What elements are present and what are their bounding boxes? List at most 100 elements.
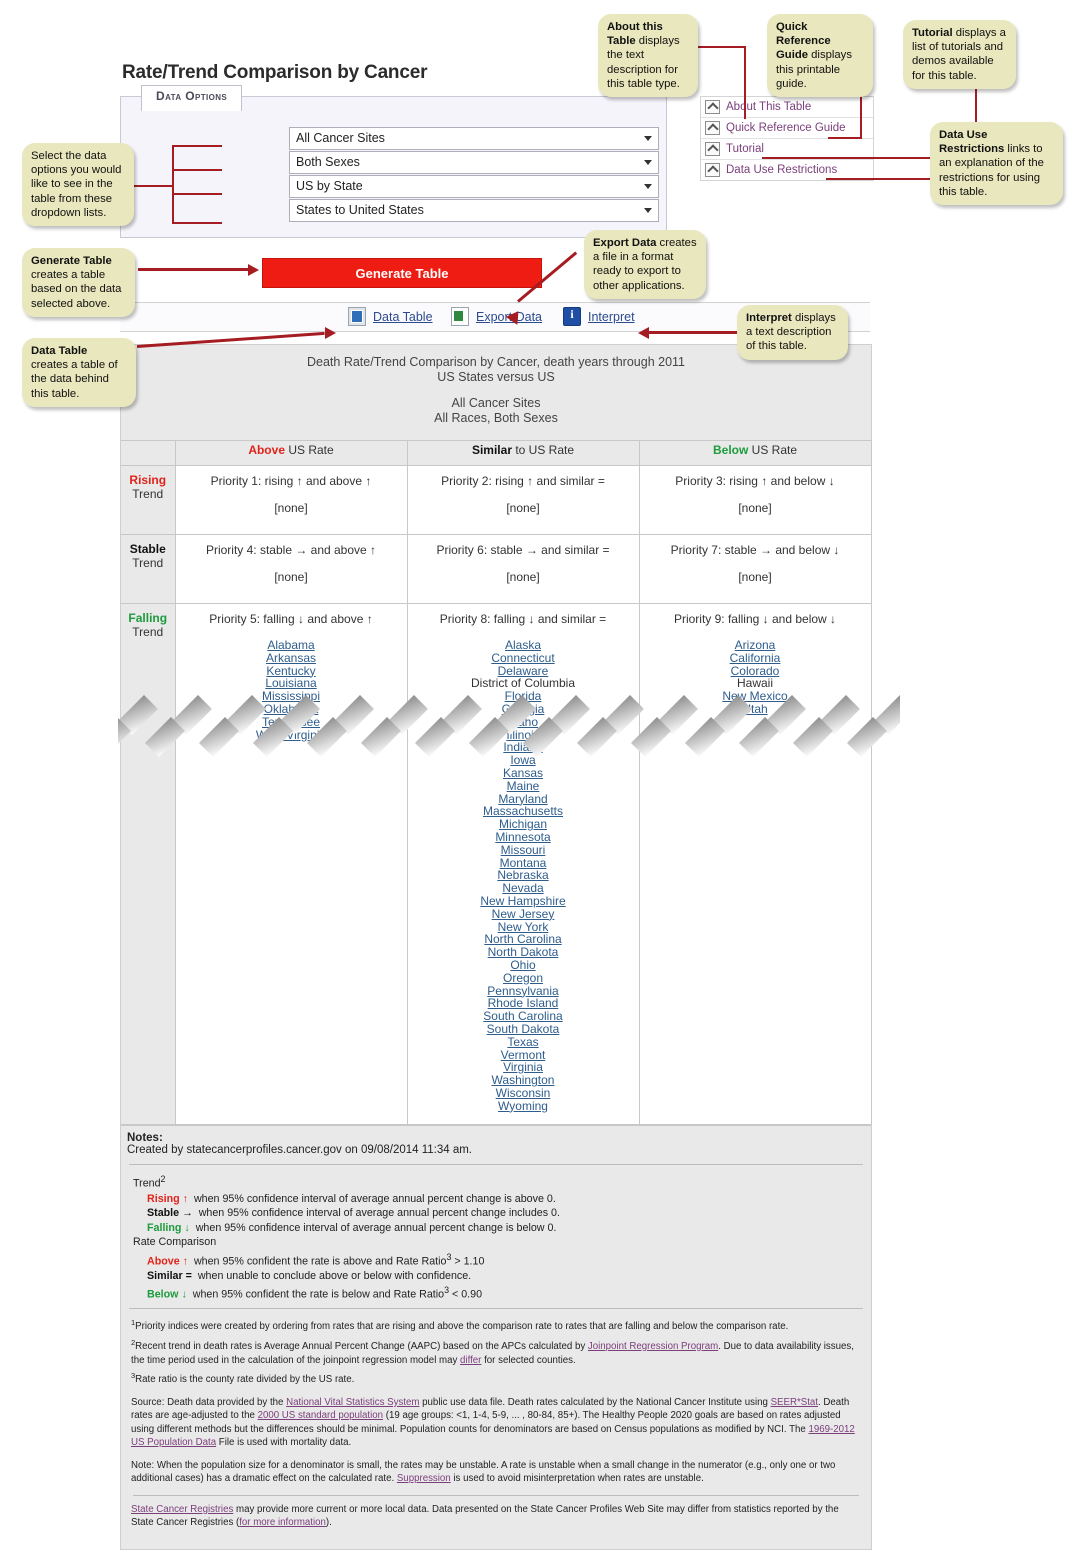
- toolbar-item-export-data[interactable]: Export Data: [451, 307, 542, 326]
- option-row-cancer: Cancer: All Cancer Sites: [121, 127, 666, 151]
- legend-item-similar: Similar = when unable to conclude above …: [133, 1269, 865, 1284]
- link-for-more-information[interactable]: for more information: [239, 1517, 326, 1528]
- legend-term: Rising: [147, 1192, 180, 1205]
- state-link[interactable]: Wyoming: [412, 1099, 635, 1113]
- legend-term: Falling: [147, 1221, 182, 1234]
- link-row-quick-reference-guide[interactable]: Quick Reference Guide: [701, 118, 873, 139]
- area-select[interactable]: US by State: [289, 175, 659, 198]
- cancer-select-value: All Cancer Sites: [296, 131, 385, 145]
- comparing-select[interactable]: States to United States: [289, 199, 659, 222]
- callout-generate-table: Generate Table creates a table based on …: [22, 248, 135, 317]
- source-paragraph: Source: Death data provided by the Natio…: [131, 1396, 861, 1450]
- toolbar-link-data-table[interactable]: Data Table: [373, 310, 433, 324]
- registry-divider: [133, 1494, 859, 1496]
- priority-text: Priority 4: stable → and above ↑: [205, 543, 377, 557]
- leader-options-b4: [172, 222, 222, 224]
- link-2000-us-standard-population[interactable]: 2000 US standard population: [258, 1410, 384, 1421]
- leader-interpret-h: [648, 331, 740, 334]
- priority-text: Priority 8: falling ↓ and similar =: [439, 612, 607, 626]
- link-suppression[interactable]: Suppression: [397, 1473, 451, 1484]
- row-label-rising: Rising Trend: [121, 465, 176, 535]
- results-table-container: Death Rate/Trend Comparison by Cancer, d…: [120, 344, 872, 1550]
- source-e: File is used with mortality data.: [216, 1437, 352, 1449]
- state-link[interactable]: Arizona: [644, 639, 867, 652]
- callout-select-data-options: Select the data options you would like t…: [22, 143, 134, 227]
- link-data-use-restrictions[interactable]: Data Use Restrictions: [726, 164, 837, 176]
- generate-table-button[interactable]: Generate Table: [262, 258, 542, 288]
- external-link-icon: [705, 121, 720, 135]
- state-list-falling-similar: Alaska Connecticut Delaware District of Col…: [412, 639, 635, 1112]
- column-header-below: Below US Rate: [638, 440, 872, 466]
- state-link[interactable]: South Dakota: [412, 1023, 635, 1036]
- toolbar-item-data-table[interactable]: Data Table: [348, 307, 433, 326]
- link-differ[interactable]: differ: [460, 1355, 481, 1366]
- footnote-1: 1Priority indices were created by orderi…: [131, 1318, 789, 1333]
- state-link[interactable]: Maine: [412, 779, 635, 793]
- leader-datause-h: [826, 178, 932, 180]
- callout-bold: Data Table: [31, 345, 88, 357]
- trend-flat-icon: →: [182, 1207, 193, 1220]
- state-link[interactable]: Missouri: [412, 843, 635, 857]
- link-joinpoint-regression-program[interactable]: Joinpoint Regression Program: [588, 1341, 718, 1352]
- state-link[interactable]: Ohio: [412, 959, 635, 972]
- legend-item-falling: Falling ↓ when 95% confidence interval o…: [133, 1221, 865, 1236]
- legend-desc: when 95% confidence interval of average …: [195, 1221, 557, 1234]
- state-link[interactable]: Kansas: [412, 767, 635, 780]
- state-link[interactable]: Idaho: [412, 715, 635, 729]
- data-options-panel: Data Options Cancer: All Cancer Sites Se…: [120, 85, 667, 238]
- toolbar-link-interpret[interactable]: Interpret: [588, 310, 635, 324]
- link-about-this-table[interactable]: About This Table: [726, 101, 811, 113]
- state-link[interactable]: Minnesota: [412, 831, 635, 844]
- state-link[interactable]: Texas: [412, 1035, 635, 1049]
- callout-text: creates a table based on the data select…: [31, 269, 122, 310]
- state-link[interactable]: Georgia: [412, 703, 635, 716]
- link-row-data-use-restrictions[interactable]: Data Use Restrictions: [701, 160, 873, 180]
- callout-data-table: Data Table creates a table of the data b…: [22, 338, 136, 407]
- row-label-stable-strong: Stable: [129, 542, 166, 556]
- link-quick-reference-guide[interactable]: Quick Reference Guide: [726, 122, 846, 134]
- state-link[interactable]: Washington: [412, 1074, 635, 1087]
- data-options-tab: Data Options: [141, 85, 243, 111]
- row-label-stable-rest: Trend: [132, 556, 164, 570]
- state-link[interactable]: Alaska: [412, 639, 635, 652]
- toolbar-item-interpret[interactable]: Interpret: [563, 307, 635, 326]
- sex-select[interactable]: Both Sexes: [289, 151, 659, 174]
- leader-about-v: [744, 46, 746, 119]
- state-link[interactable]: Utah: [644, 703, 867, 716]
- state-link[interactable]: New Jersey: [412, 907, 635, 921]
- priority-text: Priority 7: stable → and below ↓: [670, 543, 840, 557]
- link-state-cancer-registries[interactable]: State Cancer Registries: [131, 1504, 233, 1515]
- footnote-2-a: Recent trend in death rates is Average A…: [135, 1341, 588, 1353]
- state-link[interactable]: Oregon: [412, 971, 635, 985]
- legend-term: Similar: [147, 1269, 183, 1282]
- row-label-rising-rest: Trend: [132, 487, 164, 501]
- state-link[interactable]: West Virginia: [180, 728, 403, 742]
- legend-desc: when 95% confident the rate is below and…: [192, 1288, 445, 1301]
- footnote-1-text: Priority indices were created by orderin…: [135, 1321, 789, 1333]
- state-link[interactable]: Alabama: [180, 639, 403, 652]
- state-link[interactable]: North Dakota: [412, 946, 635, 959]
- chevron-down-icon: [644, 160, 652, 165]
- leader-options-b1: [172, 145, 222, 147]
- link-row-about-this-table[interactable]: About This Table: [701, 97, 873, 118]
- state-link[interactable]: South Carolina: [412, 1010, 635, 1023]
- cell-stable-similar: Priority 6: stable → and similar = [none…: [406, 534, 640, 604]
- legend-rate-heading: Rate Comparison: [133, 1236, 217, 1249]
- cancer-select[interactable]: All Cancer Sites: [289, 127, 659, 150]
- legend-tail: < 0.90: [449, 1288, 483, 1301]
- state-link[interactable]: Wisconsin: [412, 1087, 635, 1100]
- state-link[interactable]: California: [644, 651, 867, 665]
- state-link[interactable]: Oklahoma: [180, 703, 403, 716]
- arrow-to-generate-button: [248, 264, 259, 276]
- state-link[interactable]: Arkansas: [180, 651, 403, 665]
- state-link[interactable]: Connecticut: [412, 651, 635, 665]
- link-tutorial[interactable]: Tutorial: [726, 143, 764, 155]
- cell-empty-marker: [none]: [274, 501, 308, 515]
- cell-empty-marker: [none]: [738, 570, 772, 584]
- cell-empty-marker: [none]: [506, 501, 540, 515]
- leader-options-spine: [172, 146, 174, 224]
- trend-up-icon: ↑: [182, 1192, 188, 1205]
- state-link[interactable]: New Hampshire: [412, 895, 635, 908]
- notes-section: Notes: Created by statecancerprofiles.ca…: [121, 1125, 871, 1549]
- state-link[interactable]: Tennessee: [180, 715, 403, 729]
